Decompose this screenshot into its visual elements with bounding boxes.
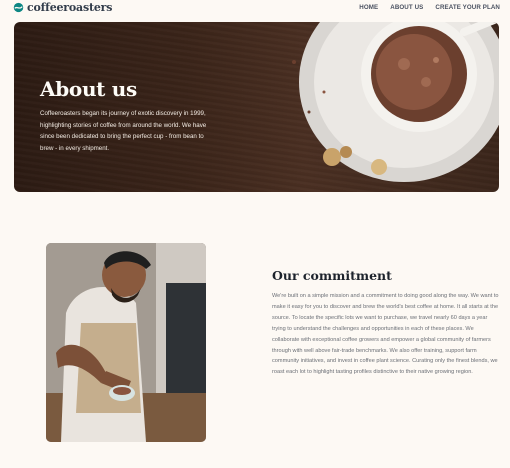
nav-about-link[interactable]: ABOUT US [390,4,423,11]
site-header: coffeeroasters HOME ABOUT US CREATE YOUR… [0,0,510,18]
logo-coffee-bean-icon [13,2,24,13]
hero-title: About us [40,77,137,101]
hero-description: Coffeeroasters began its journey of exot… [40,110,207,152]
logo-text: coffeeroasters [27,1,113,14]
barista-image [46,243,206,442]
commitment-description: We're built on a simple mission and a co… [272,293,499,376]
logo[interactable]: coffeeroasters [13,2,112,13]
commitment-title: Our commitment [272,268,392,283]
nav-home-link[interactable]: HOME [359,4,378,11]
about-hero: About us Coffeeroasters began its journe… [14,22,499,192]
hero-coffee-cup-image [292,22,499,182]
barista-photo [46,243,206,442]
nav-create-plan-link[interactable]: CREATE YOUR PLAN [435,4,500,11]
main-nav: HOME ABOUT US CREATE YOUR PLAN [359,4,500,11]
